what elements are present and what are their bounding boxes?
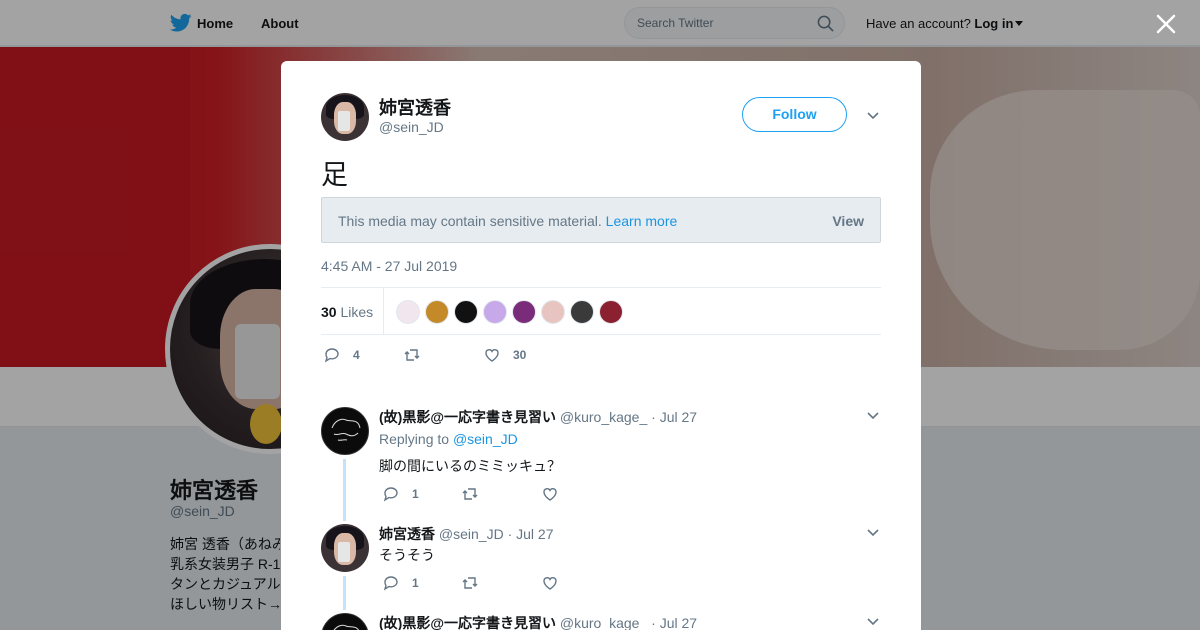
reply-separator: · xyxy=(651,409,656,425)
reply-count: 4 xyxy=(353,348,360,362)
like-action[interactable] xyxy=(541,574,571,592)
reply-date[interactable]: Jul 27 xyxy=(660,409,697,425)
likes-summary[interactable]: 30 Likes xyxy=(321,304,373,320)
likes-row: 30 Likes xyxy=(321,287,881,335)
liker-avatar[interactable] xyxy=(396,300,420,324)
reply-author-name[interactable]: (故)黒影@一応字書き見習い xyxy=(379,615,556,630)
retweet-icon xyxy=(404,349,420,361)
liker-avatar[interactable] xyxy=(483,300,507,324)
reply-author-handle[interactable]: @kuro_kage_ xyxy=(560,409,647,425)
liker-avatar[interactable] xyxy=(570,300,594,324)
heart-icon xyxy=(543,577,557,590)
liker-avatar[interactable] xyxy=(454,300,478,324)
divider xyxy=(383,288,384,334)
chevron-down-icon[interactable] xyxy=(867,112,879,120)
liker-avatar[interactable] xyxy=(599,300,623,324)
author-name[interactable]: 姉宮透香 xyxy=(379,94,451,120)
reply-text: そうそう xyxy=(379,547,435,563)
reply-count: 1 xyxy=(412,576,419,590)
likes-count: 30 xyxy=(321,304,337,320)
heart-icon xyxy=(543,488,557,501)
reply-action[interactable]: 1 xyxy=(382,485,419,503)
reply-icon xyxy=(383,487,398,502)
close-icon[interactable] xyxy=(1155,13,1177,35)
follow-button[interactable]: Follow xyxy=(742,97,847,132)
reply-author: (故)黒影@一応字書き見習い @kuro_kage_ · Jul 27 xyxy=(379,407,697,427)
reply-separator: · xyxy=(651,615,656,630)
retweet-action[interactable] xyxy=(461,574,491,592)
reply-author-handle[interactable]: @kuro_kage_ xyxy=(560,615,647,630)
thread-line xyxy=(343,576,346,610)
reply-text: 脚の間にいるのミミッキュ？ xyxy=(379,458,561,474)
chevron-down-icon[interactable] xyxy=(867,618,879,626)
reply-avatar[interactable] xyxy=(321,524,369,572)
retweet-icon xyxy=(462,488,478,500)
retweet-action[interactable] xyxy=(403,346,433,364)
author-avatar[interactable] xyxy=(321,93,369,141)
sensitive-media-notice: This media may contain sensitive materia… xyxy=(321,197,881,243)
like-action[interactable] xyxy=(541,485,571,503)
reply-avatar[interactable] xyxy=(321,407,369,455)
avatar-scribble xyxy=(333,624,359,630)
retweet-action[interactable] xyxy=(461,485,491,503)
learn-more-link[interactable]: Learn more xyxy=(606,213,678,229)
replying-to: Replying to @sein_JD xyxy=(379,431,518,447)
heart-icon xyxy=(485,349,499,362)
replying-to-prefix: Replying to xyxy=(379,431,450,447)
like-action[interactable]: 30 xyxy=(483,346,526,364)
sensitive-message: This media may contain sensitive materia… xyxy=(338,213,602,229)
replying-to-link[interactable]: @sein_JD xyxy=(453,431,518,447)
reply-date[interactable]: Jul 27 xyxy=(516,526,553,542)
reply-author: 姉宮透香 @sein_JD · Jul 27 xyxy=(379,524,554,544)
reply-separator: · xyxy=(507,526,513,542)
tweet-timestamp[interactable]: 4:45 AM - 27 Jul 2019 xyxy=(321,258,457,274)
reply-icon xyxy=(324,348,339,363)
reply-date[interactable]: Jul 27 xyxy=(660,615,697,630)
avatar-phone xyxy=(338,542,350,562)
reply-author-handle[interactable]: @sein_JD xyxy=(439,526,504,542)
reply-icon xyxy=(383,576,398,591)
liker-avatar[interactable] xyxy=(425,300,449,324)
reply-action[interactable]: 1 xyxy=(382,574,419,592)
thread-line xyxy=(343,459,346,521)
likes-label: Likes xyxy=(340,304,374,320)
liker-avatar[interactable] xyxy=(541,300,565,324)
avatar-phone xyxy=(338,111,350,131)
author-handle[interactable]: @sein_JD xyxy=(379,119,444,135)
tweet-modal: 姉宮透香 @sein_JD Follow 足 This media may co… xyxy=(281,61,921,630)
reply-avatar[interactable] xyxy=(321,613,369,630)
liker-avatar[interactable] xyxy=(512,300,536,324)
tweet-text: 足 xyxy=(321,160,348,190)
reply-author: (故)黒影@一応字書き見習い @kuro_kage_ · Jul 27 xyxy=(379,613,697,630)
view-button[interactable]: View xyxy=(832,213,864,229)
like-count: 30 xyxy=(513,348,527,362)
avatar-scribble xyxy=(331,418,361,441)
chevron-down-icon[interactable] xyxy=(867,529,879,537)
sensitive-text: This media may contain sensitive materia… xyxy=(338,213,677,229)
retweet-icon xyxy=(462,577,478,589)
reply-action[interactable]: 4 xyxy=(323,346,360,364)
reply-count: 1 xyxy=(412,487,419,501)
chevron-down-icon[interactable] xyxy=(867,412,879,420)
reply-author-name[interactable]: (故)黒影@一応字書き見習い xyxy=(379,409,556,425)
reply-author-name[interactable]: 姉宮透香 xyxy=(379,526,435,542)
